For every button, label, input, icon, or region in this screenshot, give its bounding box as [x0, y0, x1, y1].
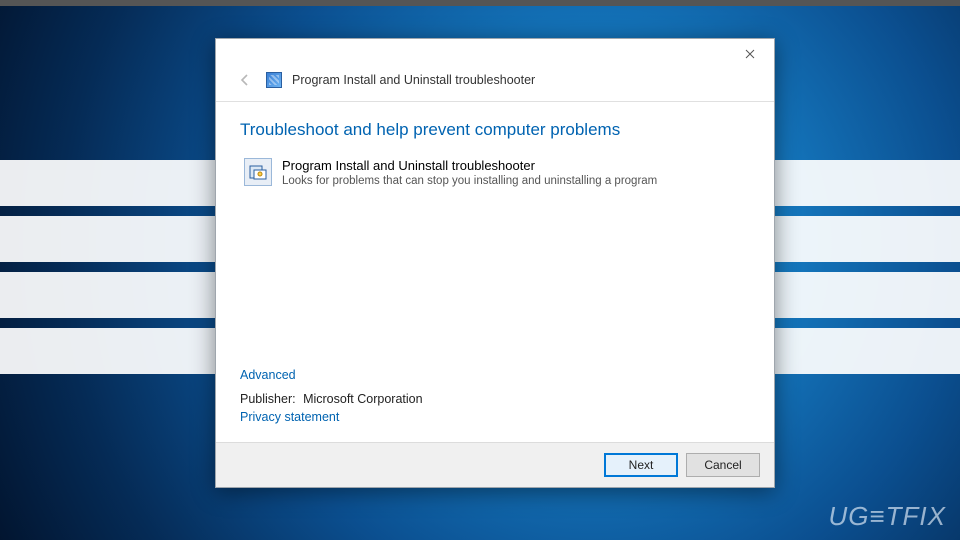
troubleshooter-dialog: Program Install and Uninstall troublesho… [215, 38, 775, 488]
watermark-text: UG≡TFIX [828, 501, 946, 532]
cancel-button[interactable]: Cancel [686, 453, 760, 477]
privacy-statement-link[interactable]: Privacy statement [240, 410, 750, 424]
titlebar [216, 39, 774, 69]
close-icon [745, 49, 755, 59]
program-install-icon [244, 158, 272, 186]
dialog-footer: Next Cancel [216, 442, 774, 487]
header-row: Program Install and Uninstall troublesho… [216, 69, 774, 101]
back-button [234, 69, 256, 91]
close-button[interactable] [732, 42, 768, 66]
publisher-label: Publisher: [240, 392, 296, 406]
screenshot-top-edge [0, 0, 960, 6]
publisher-value: Microsoft Corporation [303, 392, 423, 406]
back-arrow-icon [237, 72, 253, 88]
item-description: Looks for problems that can stop you ins… [282, 174, 657, 188]
window-title: Program Install and Uninstall troublesho… [292, 73, 535, 87]
content-spacer [240, 193, 750, 364]
installer-glyph-icon [249, 163, 267, 181]
advanced-link[interactable]: Advanced [240, 368, 750, 382]
item-text: Program Install and Uninstall troublesho… [282, 158, 657, 189]
dialog-content: Troubleshoot and help prevent computer p… [216, 102, 774, 442]
page-headline: Troubleshoot and help prevent computer p… [240, 120, 750, 140]
bottom-padding [240, 424, 750, 436]
desktop-background: Program Install and Uninstall troublesho… [0, 0, 960, 540]
item-title: Program Install and Uninstall troublesho… [282, 158, 657, 174]
publisher-row: Publisher: Microsoft Corporation [240, 392, 750, 406]
troubleshooter-item[interactable]: Program Install and Uninstall troublesho… [240, 154, 750, 193]
next-button[interactable]: Next [604, 453, 678, 477]
troubleshooter-icon [266, 72, 282, 88]
